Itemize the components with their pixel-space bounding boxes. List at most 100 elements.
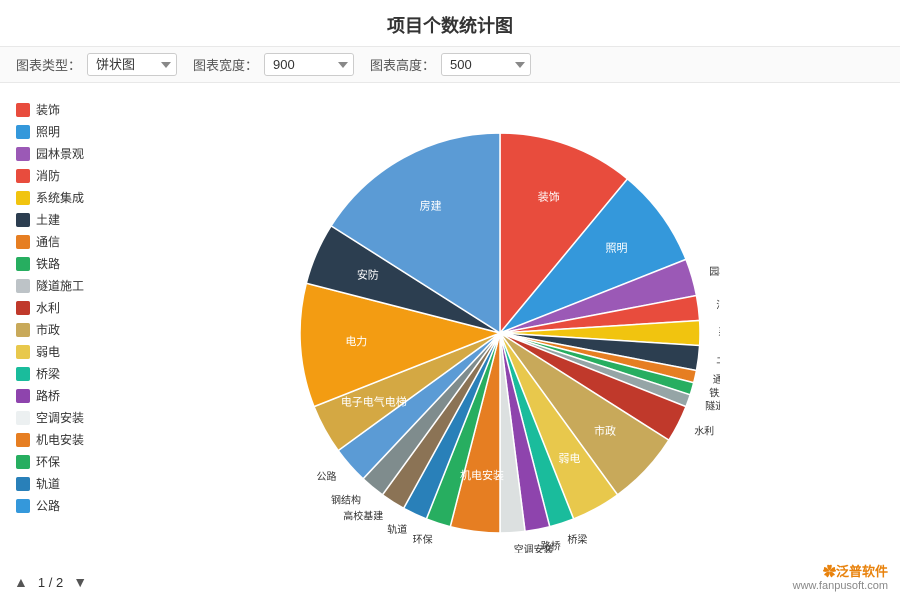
chart-height-label: 图表高度：: [370, 55, 435, 74]
pie-label-outer: 隧道施工: [705, 399, 720, 412]
pie-label-outer: 空调安装: [514, 543, 554, 553]
chart-type-select[interactable]: 饼状图: [87, 53, 177, 76]
legend-color: [16, 389, 30, 403]
pie-label-inner: 电子电气电梯: [341, 394, 407, 408]
legend-label: 路桥: [36, 387, 60, 404]
legend-item: 消防: [16, 167, 116, 184]
pie-label-inner: 房建: [420, 199, 442, 213]
legend-item: 装饰: [16, 101, 116, 118]
chart-width-label: 图表宽度：: [193, 55, 258, 74]
prev-page-button[interactable]: ▲: [10, 572, 32, 592]
watermark-logo: ✿泛普软件: [793, 561, 888, 580]
legend-item: 机电安装: [16, 431, 116, 448]
legend-label: 铁路: [36, 255, 60, 272]
legend-color: [16, 301, 30, 315]
pie-label-inner: 机电安装: [460, 468, 504, 482]
legend-label: 空调安装: [36, 409, 84, 426]
pie-label-outer: 轨道: [387, 523, 407, 536]
watermark-url: www.fanpusoft.com: [793, 580, 888, 592]
main-content: 装饰照明园林景观消防系统集成土建通信铁路隧道施工水利市政弱电桥梁路桥空调安装机电…: [0, 83, 900, 583]
legend-color: [16, 433, 30, 447]
pie-label-outer: 土建: [716, 353, 720, 366]
legend-item: 园林景观: [16, 145, 116, 162]
pie-label-inner: 安防: [357, 268, 379, 282]
legend-item: 隧道施工: [16, 277, 116, 294]
pie-chart: 装饰照明市政弱电机电安装电子电气电梯电力安防房建园林景观消防系统集成土建通信铁路…: [280, 113, 720, 553]
legend-item: 轨道: [16, 475, 116, 492]
legend-color: [16, 411, 30, 425]
legend-color: [16, 477, 30, 491]
legend-item: 桥梁: [16, 365, 116, 382]
legend-label: 系统集成: [36, 189, 84, 206]
legend-label: 市政: [36, 321, 60, 338]
watermark: ✿泛普软件 www.fanpusoft.com: [793, 561, 888, 592]
legend-color: [16, 213, 30, 227]
legend-label: 装饰: [36, 101, 60, 118]
legend-item: 路桥: [16, 387, 116, 404]
legend-label: 环保: [36, 453, 60, 470]
legend: 装饰照明园林景观消防系统集成土建通信铁路隧道施工水利市政弱电桥梁路桥空调安装机电…: [16, 93, 116, 573]
legend-item: 市政: [16, 321, 116, 338]
legend-color: [16, 499, 30, 513]
legend-color: [16, 147, 30, 161]
pie-label-inner: 市政: [594, 424, 616, 438]
legend-item: 铁路: [16, 255, 116, 272]
pie-label-outer: 通信: [713, 374, 720, 386]
chart-type-label: 图表类型：: [16, 55, 81, 74]
chart-width-select[interactable]: 900: [264, 53, 354, 76]
legend-item: 空调安装: [16, 409, 116, 426]
legend-label: 照明: [36, 123, 60, 140]
pie-label-outer: 环保: [413, 533, 433, 546]
legend-label: 机电安装: [36, 431, 84, 448]
pie-label-outer: 园林景观: [709, 265, 720, 278]
pie-label-outer: 铁路: [709, 386, 720, 399]
legend-color: [16, 257, 30, 271]
legend-item: 系统集成: [16, 189, 116, 206]
pie-label-outer: 高校基建: [343, 510, 383, 523]
legend-label: 桥梁: [36, 365, 60, 382]
pie-label-inner: 弱电: [558, 452, 580, 465]
toolbar: 图表类型： 饼状图 图表宽度： 900 图表高度： 500: [0, 46, 900, 83]
legend-color: [16, 103, 30, 117]
footer-bar: ▲ 1 / 2 ▼: [10, 572, 91, 592]
chart-height-select[interactable]: 500: [441, 53, 531, 76]
legend-color: [16, 345, 30, 359]
legend-color: [16, 191, 30, 205]
legend-label: 消防: [36, 167, 60, 184]
legend-label: 轨道: [36, 475, 60, 492]
legend-label: 通信: [36, 233, 60, 250]
total-pages: 2: [56, 575, 63, 590]
pie-label-outer: 系统集成: [718, 326, 720, 339]
chart-width-selector[interactable]: 图表宽度： 900: [193, 53, 354, 76]
legend-label: 水利: [36, 299, 60, 316]
page-info: 1 / 2: [38, 575, 63, 590]
pie-label-outer: 公路: [317, 470, 337, 483]
legend-item: 环保: [16, 453, 116, 470]
page-separator: /: [49, 575, 53, 590]
current-page: 1: [38, 575, 45, 590]
legend-label: 园林景观: [36, 145, 84, 162]
legend-color: [16, 125, 30, 139]
legend-color: [16, 367, 30, 381]
legend-item: 水利: [16, 299, 116, 316]
chart-type-selector[interactable]: 图表类型： 饼状图: [16, 53, 177, 76]
legend-label: 弱电: [36, 343, 60, 360]
legend-item: 通信: [16, 233, 116, 250]
legend-item: 公路: [16, 497, 116, 514]
pie-label-outer: 消防: [716, 298, 720, 311]
pie-label-outer: 水利: [694, 426, 714, 438]
pie-label-inner: 电力: [345, 335, 367, 348]
legend-label: 公路: [36, 497, 60, 514]
legend-color: [16, 455, 30, 469]
legend-label: 隧道施工: [36, 277, 84, 294]
next-page-button[interactable]: ▼: [69, 572, 91, 592]
pie-label-outer: 钢结构: [331, 494, 361, 507]
chart-area: 装饰照明市政弱电机电安装电子电气电梯电力安防房建园林景观消防系统集成土建通信铁路…: [116, 93, 884, 573]
legend-color: [16, 279, 30, 293]
page-title: 项目个数统计图: [0, 0, 900, 46]
legend-item: 照明: [16, 123, 116, 140]
legend-item: 弱电: [16, 343, 116, 360]
chart-height-selector[interactable]: 图表高度： 500: [370, 53, 531, 76]
pie-label-inner: 装饰: [538, 189, 560, 203]
legend-color: [16, 235, 30, 249]
